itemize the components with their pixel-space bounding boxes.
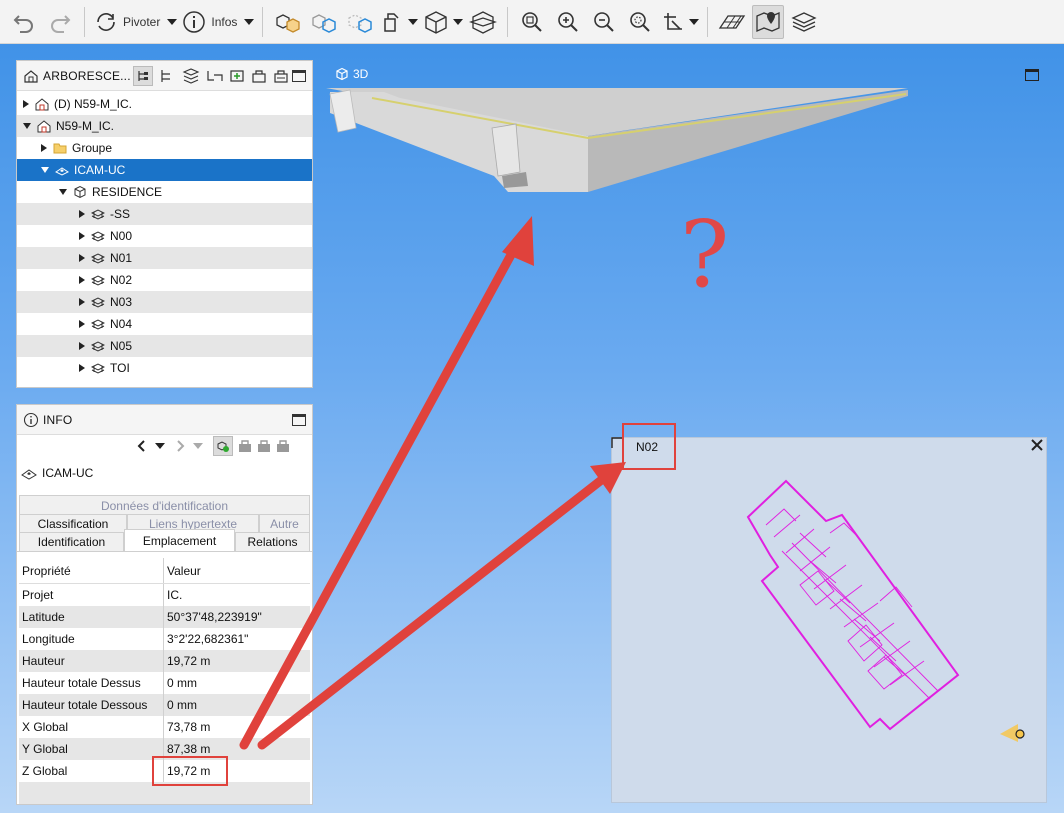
annotation-arrows (239, 216, 626, 750)
